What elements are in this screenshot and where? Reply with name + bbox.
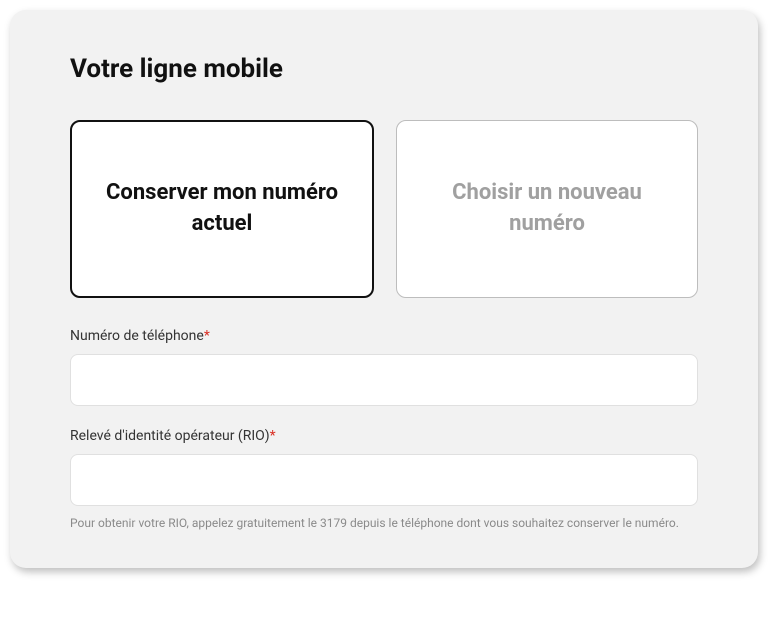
rio-label: Relevé d'identité opérateur (RIO)*	[70, 428, 698, 444]
rio-input[interactable]	[70, 454, 698, 506]
page-title: Votre ligne mobile	[70, 54, 698, 84]
option-new-number-label: Choisir un nouveau numéro	[417, 178, 677, 240]
option-keep-number-label: Conserver mon numéro actuel	[92, 178, 352, 240]
number-options: Conserver mon numéro actuel Choisir un n…	[70, 120, 698, 298]
phone-input[interactable]	[70, 354, 698, 406]
mobile-line-card: Votre ligne mobile Conserver mon numéro …	[10, 10, 758, 568]
phone-field-group: Numéro de téléphone*	[70, 328, 698, 406]
rio-label-text: Relevé d'identité opérateur (RIO)	[70, 428, 270, 444]
phone-label: Numéro de téléphone*	[70, 328, 698, 344]
rio-help-text: Pour obtenir votre RIO, appelez gratuite…	[70, 514, 698, 532]
phone-label-text: Numéro de téléphone	[70, 328, 204, 344]
option-keep-number[interactable]: Conserver mon numéro actuel	[70, 120, 374, 298]
option-new-number[interactable]: Choisir un nouveau numéro	[396, 120, 698, 298]
rio-field-group: Relevé d'identité opérateur (RIO)* Pour …	[70, 428, 698, 532]
phone-required-marker: *	[204, 328, 210, 344]
rio-required-marker: *	[270, 428, 276, 444]
